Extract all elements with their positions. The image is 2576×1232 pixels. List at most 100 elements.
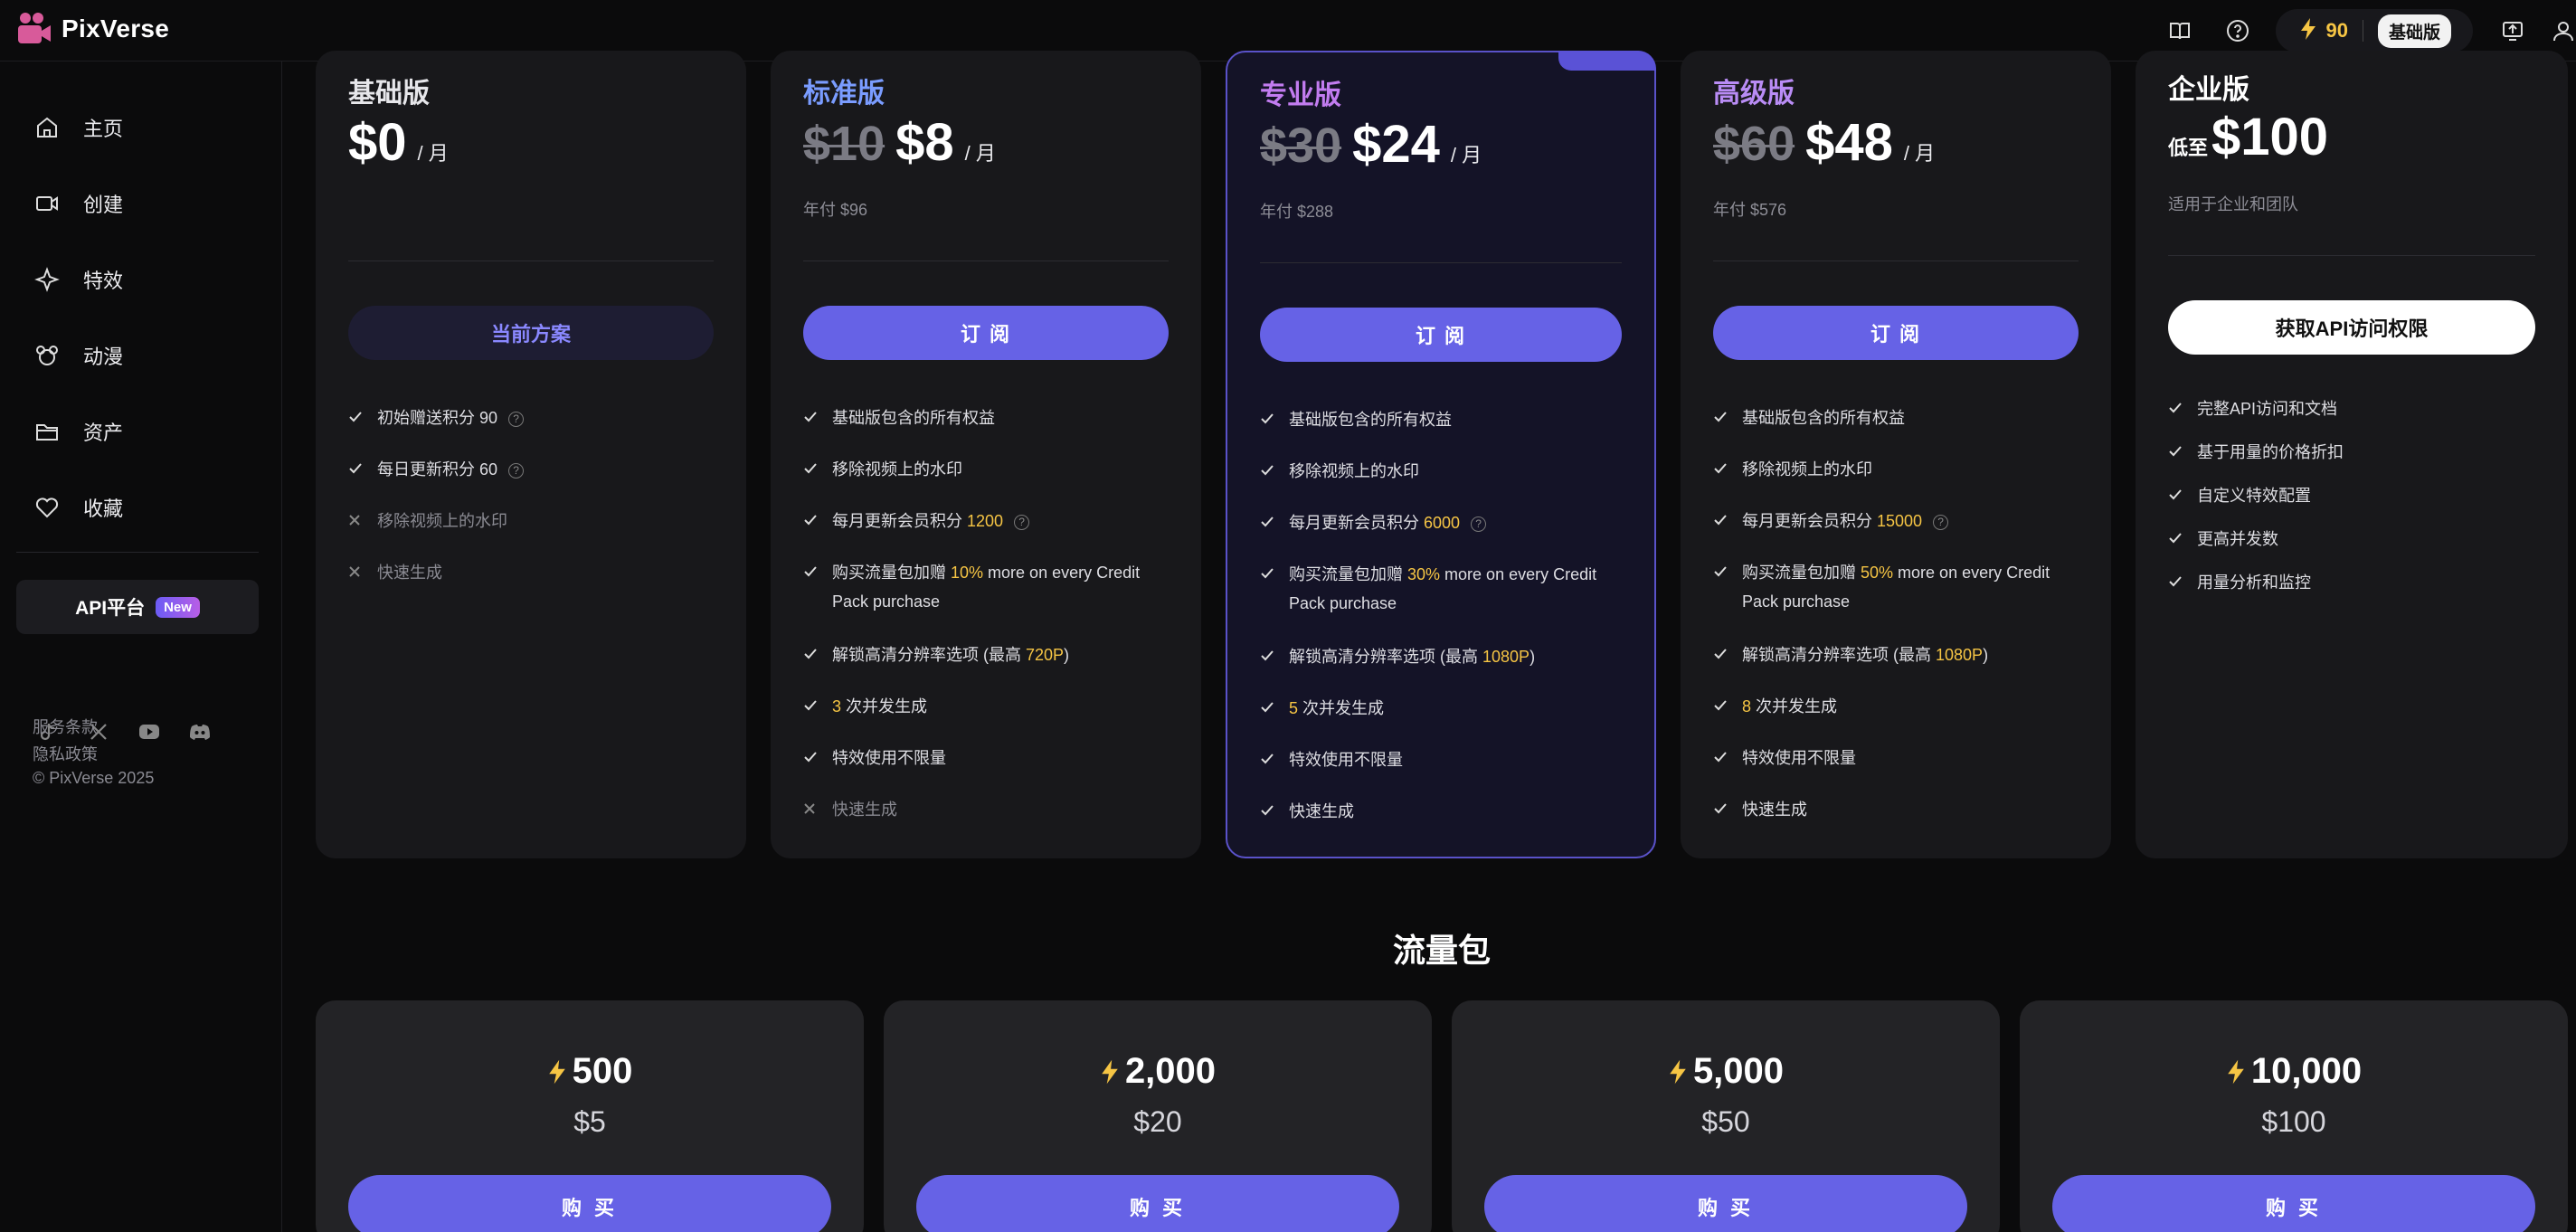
youtube-icon[interactable] [137,720,161,748]
buy-button[interactable]: 购 买 [1484,1175,1967,1232]
lightning-icon [1102,1059,1118,1084]
sidebar-item-favorites[interactable]: 收藏 [34,485,123,530]
feature-item: 购买流量包加赠 30% more on every Credit Pack pu… [1260,560,1627,618]
feature-text: 解锁高清分辨率选项 (最高 [832,646,1026,664]
feature-text: 基础版包含的所有权益 [1289,411,1452,429]
subscribe-button[interactable]: 订 阅 [1260,308,1622,362]
sidebar-item-home[interactable]: 主页 [34,105,123,150]
cross-icon [348,558,365,587]
info-icon[interactable]: ? [508,462,525,479]
feature-highlight: 1200 [967,512,1004,530]
info-icon[interactable]: ? [1933,514,1949,530]
price-row: $30 $24 / 月 [1260,114,1482,175]
feature-text: 快速生成 [832,801,897,819]
feature-item: 基础版包含的所有权益 [803,403,1174,432]
help-icon[interactable] [2225,18,2250,43]
price-period: / 月 [1903,142,1936,165]
sidebar-item-assets[interactable]: 资产 [34,409,123,454]
sidebar: 主页 创建 特效 动漫 资产 收藏 API平台 New 服务条款 隐私政策 © … [0,62,282,1232]
plan-name: 高级版 [1713,79,1795,109]
pack-amount: 5,000 [1452,1051,2000,1092]
sidebar-item-label: 特效 [83,270,124,292]
feature-item: 特效使用不限量 [1260,745,1627,774]
feature-text: 每月更新会员积分 [1742,512,1878,530]
original-price: $60 [1713,117,1795,171]
terms-link[interactable]: 服务条款 [33,715,98,738]
info-icon[interactable]: ? [1014,514,1030,530]
feature-highlight: 720P [1026,646,1065,664]
feature-highlight: 50% [1861,564,1894,582]
discord-icon[interactable] [188,720,212,748]
check-icon [1260,797,1276,826]
feature-item: 每月更新会员积分 1200? [803,507,1174,535]
feature-item: 每月更新会员积分 6000? [1260,508,1627,537]
check-icon [1713,744,1729,772]
sidebar-item-anime[interactable]: 动漫 [34,333,123,378]
logo[interactable]: PixVerse [16,11,169,47]
feature-text: 次并发生成 [1298,699,1385,717]
feature-text: 每月更新会员积分 [832,512,968,530]
plan-name: 标准版 [803,79,885,109]
feature-text: 次并发生成 [841,697,928,716]
feature-highlight: 6000 [1424,514,1461,532]
current-plan-button[interactable]: 当前方案 [348,306,714,360]
feature-highlight: 8 [1742,697,1752,716]
buy-button[interactable]: 购 买 [916,1175,1399,1232]
price: $8 [895,113,954,172]
feature-text: ) [1064,646,1070,664]
feature-text: 购买流量包加赠 [832,564,952,582]
check-icon [348,403,365,432]
price-period: / 月 [417,142,449,165]
sidebar-item-effects[interactable]: 特效 [34,257,123,302]
feature-text: 基础版包含的所有权益 [1742,409,1905,427]
new-badge: New [156,596,200,618]
feature-text: 每月更新会员积分 [1289,514,1425,532]
pack-price: $100 [2261,1105,2326,1138]
credits-count: 90 [2325,19,2348,42]
pack-amount: 500 [316,1051,864,1092]
credit-pack-card: 5,000 $50 购 买 [1452,1000,2000,1232]
feature-item: 移除视频上的水印 [1713,455,2084,484]
buy-button[interactable]: 购 买 [2052,1175,2535,1232]
book-icon[interactable] [2167,18,2192,43]
feature-text: 基础版包含的所有权益 [832,409,995,427]
info-icon[interactable]: ? [1471,516,1487,532]
check-icon [803,403,819,432]
sparkle-icon [34,267,60,292]
api-platform-label: API平台 [75,598,146,619]
feature-text: 解锁高清分辨率选项 (最高 [1289,648,1482,666]
upload-icon[interactable] [2500,18,2525,43]
feature-item-disabled: 快速生成 [803,795,1174,824]
subscribe-button[interactable]: 订 阅 [803,306,1169,360]
feature-item: 解锁高清分辨率选项 (最高 1080P) [1713,640,2084,669]
check-icon [2168,394,2184,423]
lightning-icon [2299,17,2317,45]
check-icon [1260,560,1276,618]
buy-button[interactable]: 购 买 [348,1175,831,1232]
info-icon[interactable]: ? [508,411,525,427]
price-period: / 月 [964,142,996,165]
get-api-access-button[interactable]: 获取API访问权限 [2168,300,2535,355]
plan-subtitle: 适用于企业和团队 [2168,195,2298,213]
pack-price: $50 [1701,1105,1750,1138]
user-icon[interactable] [2551,18,2576,43]
subscribe-button[interactable]: 订 阅 [1713,306,2079,360]
sidebar-item-label: 动漫 [83,346,124,368]
feature-text: 自定义特效配置 [2197,487,2311,505]
price: $48 [1805,113,1893,172]
feature-item: 用量分析和监控 [2168,568,2541,597]
privacy-link[interactable]: 隐私政策 [33,742,98,765]
api-platform-button[interactable]: API平台 New [16,580,259,634]
feature-item: 3 次并发生成 [803,692,1174,721]
feature-text: 完整API访问和文档 [2197,400,2338,418]
check-icon [2168,438,2184,467]
annual-price: 年付 $96 [803,201,868,219]
check-icon [1713,507,1729,535]
credits-pill[interactable]: 90 基础版 [2275,9,2473,52]
feature-text: 移除视频上的水印 [377,512,507,530]
price-prefix: 低至 [2168,137,2209,159]
feature-item: 移除视频上的水印 [1260,457,1627,486]
check-icon [803,640,819,669]
sidebar-item-create[interactable]: 创建 [34,181,123,226]
feature-text: 快速生成 [1289,802,1354,820]
